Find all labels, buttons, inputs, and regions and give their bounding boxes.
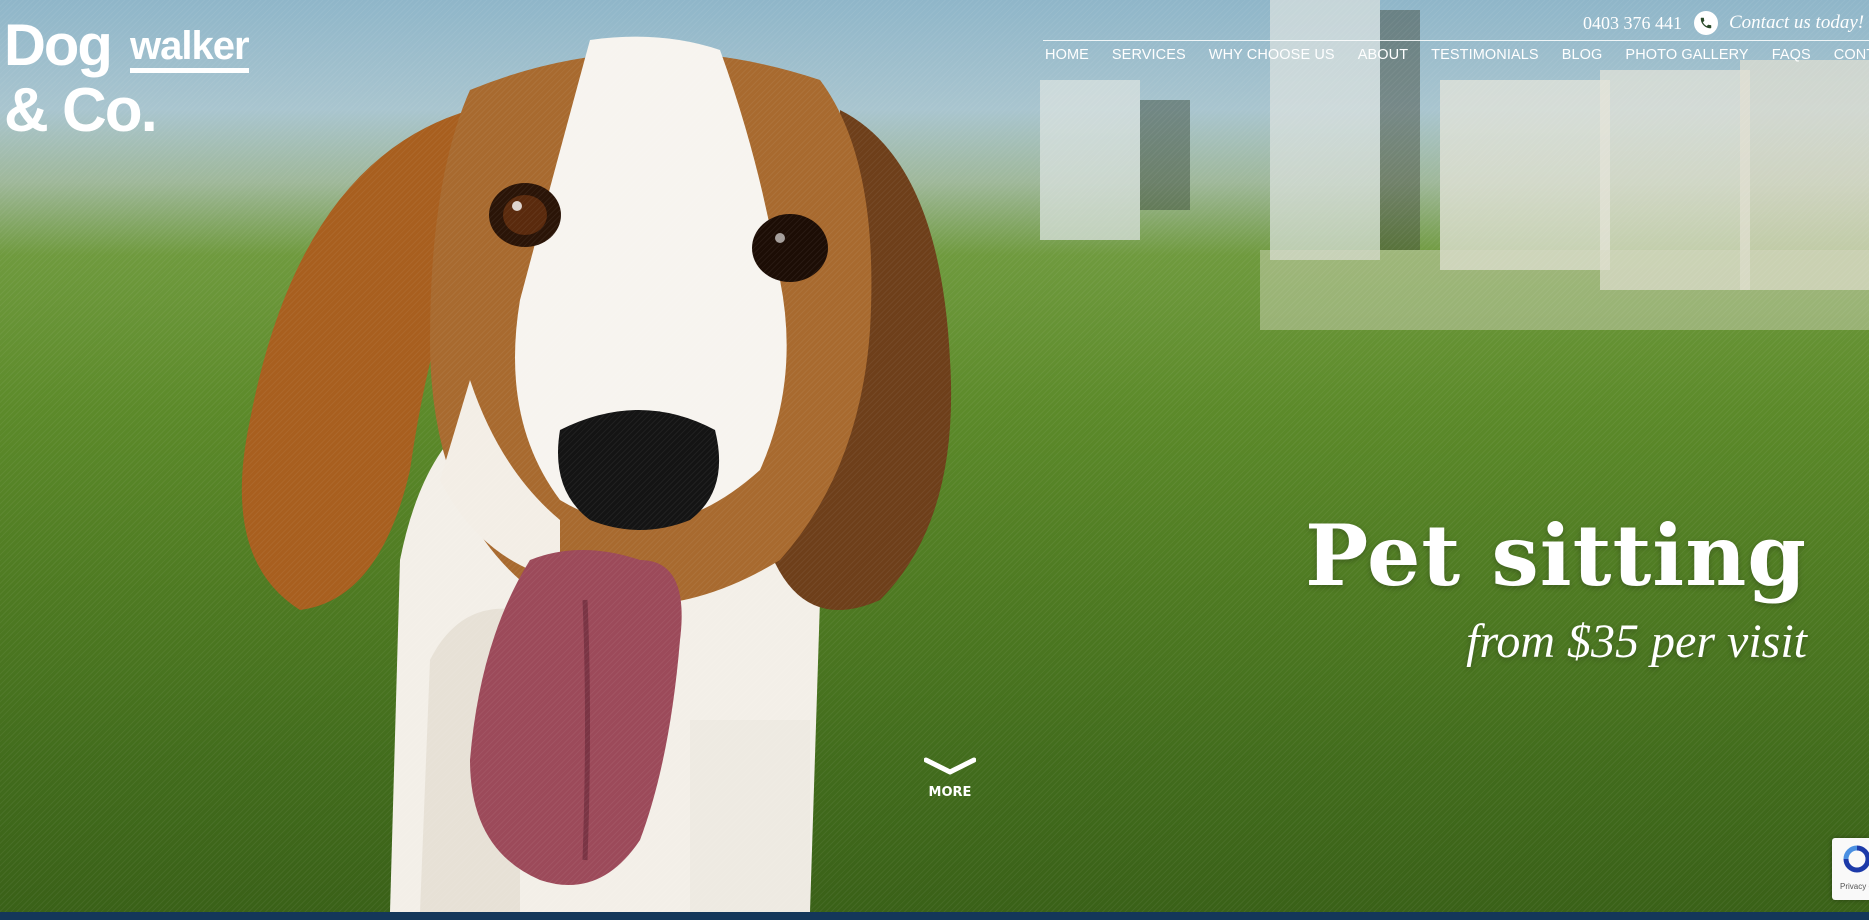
recaptcha-badge[interactable]: Privacy -: [1832, 838, 1869, 900]
logo-dog-text: Dog: [4, 13, 113, 78]
main-nav: HOME SERVICES WHY CHOOSE US ABOUT TESTIM…: [1045, 46, 1869, 64]
phone-number[interactable]: 0403 376 441: [1583, 13, 1682, 34]
taskbar-strip: [0, 912, 1869, 920]
nav-item-faqs[interactable]: FAQS: [1772, 46, 1811, 64]
hero-subtitle: from $35 per visit: [1466, 615, 1807, 668]
logo-walker-text: walker: [130, 24, 250, 73]
nav-item-contact[interactable]: CONTACT: [1834, 46, 1869, 64]
nav-item-home[interactable]: HOME: [1045, 46, 1089, 64]
more-label: MORE: [928, 785, 972, 800]
nav-item-testimonials[interactable]: TESTIMONIALS: [1431, 46, 1539, 64]
contact-us-link[interactable]: Contact us today!: [1729, 12, 1869, 34]
nav-item-services[interactable]: SERVICES: [1112, 46, 1186, 64]
nav-item-why-choose-us[interactable]: WHY CHOOSE US: [1209, 46, 1335, 64]
logo[interactable]: Dog walker & Co.: [4, 13, 274, 146]
hero-title: Pet sitting: [1305, 506, 1807, 605]
nav-divider: [1043, 40, 1869, 41]
recaptcha-privacy-link[interactable]: Privacy -: [1840, 882, 1869, 891]
more-button[interactable]: MORE: [920, 756, 980, 804]
recaptcha-icon: [1843, 845, 1869, 873]
phone-icon: [1694, 11, 1718, 35]
contact-bar: 0403 376 441 Contact us today!: [1583, 10, 1869, 36]
nav-item-photo-gallery[interactable]: PHOTO GALLERY: [1625, 46, 1748, 64]
logo-co-text: & Co.: [4, 76, 158, 145]
nav-item-about[interactable]: ABOUT: [1358, 46, 1408, 64]
chevron-down-icon: [923, 757, 977, 775]
nav-item-blog[interactable]: BLOG: [1562, 46, 1603, 64]
